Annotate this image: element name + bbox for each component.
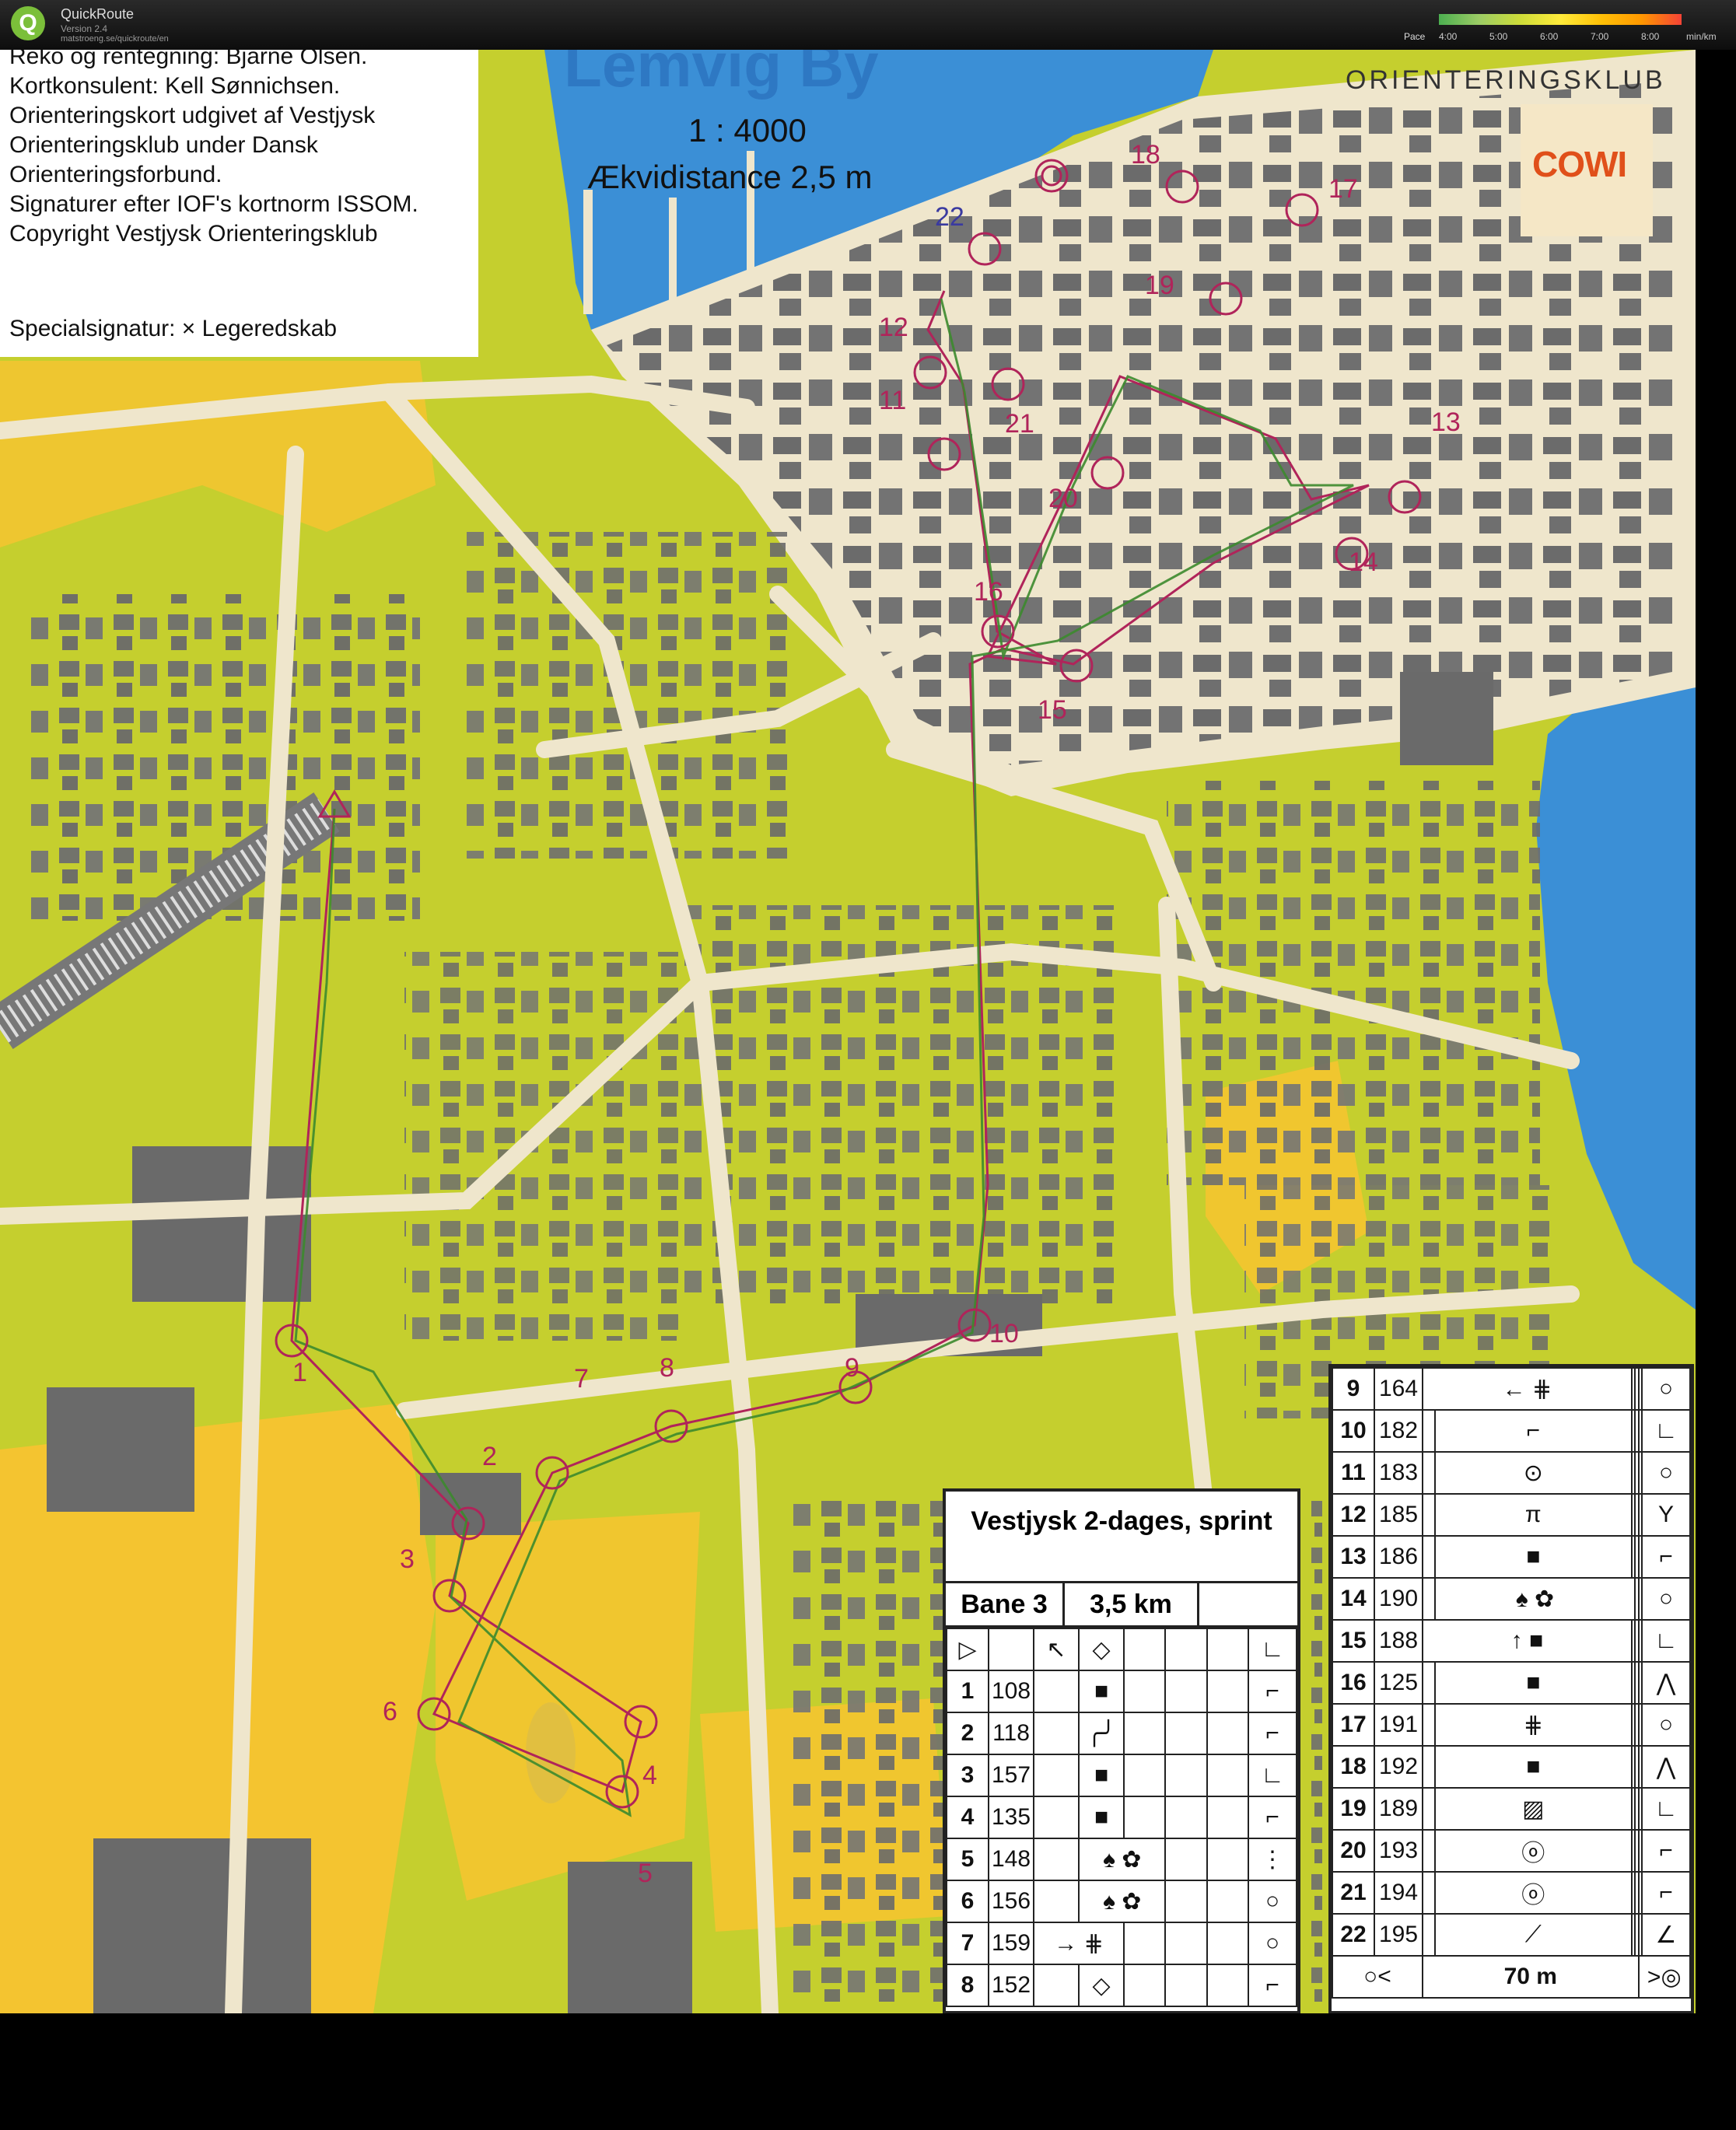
control-row: 21 194 ⓞ ⌐ (1332, 1871, 1691, 1915)
control-row: 16 125 ■ ⋀ (1332, 1661, 1691, 1705)
finish-start-icon: ○< (1332, 1955, 1423, 1999)
info-line: Copyright Vestjysk Orienteringsklub (9, 221, 378, 247)
control-row: 17 191 ⋕ ○ (1332, 1703, 1691, 1747)
control-row: 6 156 ♠ ✿ ○ (946, 1880, 1297, 1923)
control-row: 1 108 ■ ⌐ (946, 1670, 1297, 1713)
quickroute-logo-icon: Q (11, 6, 45, 40)
pace-label: Pace (1404, 31, 1426, 42)
control-label: 13 (1431, 407, 1461, 437)
pace-unit: min/km (1686, 31, 1717, 42)
control-row: 19 189 ▨ ∟ (1332, 1787, 1691, 1831)
control-row: 12 185 π Y (1332, 1493, 1691, 1537)
control-label: 12 (879, 313, 908, 342)
control-label: 22 (935, 202, 964, 232)
info-line: Signaturer efter IOF's kortnorm ISSOM. (9, 191, 418, 217)
control-row: 7 159 → ⋕ ○ (946, 1922, 1297, 1965)
pace-tick: 4:00 (1439, 31, 1458, 42)
start-triangle-icon: ▷ (946, 1628, 989, 1671)
control-label: 21 (1005, 409, 1034, 439)
control-description-sheet: Vestjysk 2-dages, sprint Bane 3 3,5 km ▷… (943, 1488, 1300, 2013)
app-name: QuickRoute (61, 6, 135, 22)
control-label: 2 (482, 1442, 497, 1471)
info-line: Reko og rentegning: Bjarne Olsen. (9, 50, 368, 69)
pace-color-scale (1439, 14, 1682, 25)
map-info-box: Reko og rentegning: Bjarne Olsen. Kortko… (0, 50, 478, 357)
control-label: 17 (1328, 174, 1358, 204)
control-label: 9 (845, 1353, 859, 1383)
finish-row: ○< 70 m >◎ (1332, 1955, 1692, 1999)
control-label: 3 (400, 1544, 415, 1574)
control-label: 20 (1048, 484, 1078, 513)
control-description-sheet-continued: 9 164 ← ⋕ ○ 10 182 ⌐ ∟ 11 183 ⊙ ○ 12 185 π Y 13 186 ■ ⌐… (1328, 1364, 1694, 2013)
app-url: matstroeng.se/quickroute/en (61, 34, 169, 44)
finish-distance: 70 m (1422, 1955, 1640, 1999)
control-label: 11 (879, 386, 907, 415)
control-label: 6 (383, 1697, 397, 1726)
pace-tick: 5:00 (1489, 31, 1508, 42)
control-label: 19 (1145, 271, 1174, 300)
arrow-icon: ↖ (1033, 1628, 1080, 1671)
map-title: Lemvig By (564, 50, 879, 100)
control-row: 2 118 ╭╯ ⌐ (946, 1712, 1297, 1755)
control-label: 16 (974, 577, 1003, 607)
orienteering-map[interactable]: 1 2 3 4 5 6 7 8 9 10 11 12 13 14 15 16 1… (0, 50, 1696, 2013)
contour-interval: Ækvidistance 2,5 m (587, 159, 873, 195)
control-row: 14 190 ♠ ✿ ○ (1332, 1577, 1691, 1621)
control-row: 4 135 ■ ⌐ (946, 1796, 1297, 1839)
control-label: 15 (1038, 695, 1067, 725)
diamond-icon: ◇ (1078, 1628, 1125, 1671)
finish-icon: >◎ (1637, 1955, 1692, 1999)
control-row: 22 195 ⟋ ∠ (1332, 1913, 1691, 1957)
control-row: 10 182 ⌐ ∟ (1332, 1409, 1691, 1453)
position-icon: ∟ (1248, 1628, 1297, 1671)
pace-tick: 6:00 (1540, 31, 1559, 42)
control-row: 5 148 ♠ ✿ ⋮ (946, 1838, 1297, 1881)
pace-tick: 8:00 (1641, 31, 1660, 42)
info-line: Orienteringskort udgivet af Vestjysk (9, 103, 376, 128)
info-line: Orienteringsklub under Dansk (9, 132, 318, 158)
event-title: Vestjysk 2-dages, sprint (946, 1492, 1297, 1583)
control-row: 13 186 ■ ⌐ (1332, 1535, 1691, 1579)
control-label: 18 (1131, 140, 1160, 170)
course-class: Bane 3 (946, 1583, 1065, 1625)
control-label: 14 (1349, 547, 1378, 577)
app-version: Version 2.4 (61, 23, 108, 34)
club-name: ORIENTERINGSKLUB (1346, 65, 1666, 95)
control-row: 3 157 ■ ∟ (946, 1754, 1297, 1797)
control-label: 5 (638, 1859, 653, 1888)
control-row: 11 183 ⊙ ○ (1332, 1451, 1691, 1495)
map-scale: 1 : 4000 (688, 112, 807, 149)
app-header: Q QuickRoute Version 2.4 matstroeng.se/q… (0, 0, 1736, 50)
sponsor-logo-text: COWI (1532, 144, 1627, 184)
control-row: 9 164 ← ⋕ ○ (1332, 1367, 1691, 1411)
control-row: 18 192 ■ ⋀ (1332, 1745, 1691, 1789)
description-table-continued: 9 164 ← ⋕ ○ 10 182 ⌐ ∟ 11 183 ⊙ ○ 12 185 π Y 13 186 ■ ⌐… (1332, 1367, 1692, 1999)
control-row: 20 193 ⓞ ⌐ (1332, 1829, 1691, 1873)
control-label: 7 (574, 1364, 589, 1394)
info-line: Orienteringsforbund. (9, 162, 222, 187)
control-label: 10 (989, 1319, 1019, 1348)
description-table: ▷ ↖ ◇ ∟ 1 108 ■ ⌐ 2 118 ╭╯ ⌐ 3 157 ■ ∟ 4 135 ■ ⌐ 5 148 ♠ … (946, 1628, 1297, 2007)
start-row: ▷ ↖ ◇ ∟ (946, 1628, 1297, 1671)
control-label: 1 (292, 1358, 307, 1387)
control-label: 8 (660, 1353, 674, 1383)
info-line: Kortkonsulent: Kell Sønnichsen. (9, 73, 341, 99)
course-length: 3,5 km (1065, 1583, 1199, 1625)
control-row: 8 152 ◇ ⌐ (946, 1964, 1297, 2007)
control-row: 15 188 ↑ ■ ∟ (1332, 1619, 1691, 1663)
pace-tick: 7:00 (1591, 31, 1609, 42)
control-label: 4 (642, 1761, 657, 1790)
special-symbol-legend: Specialsignatur: × Legeredskab (9, 316, 338, 341)
